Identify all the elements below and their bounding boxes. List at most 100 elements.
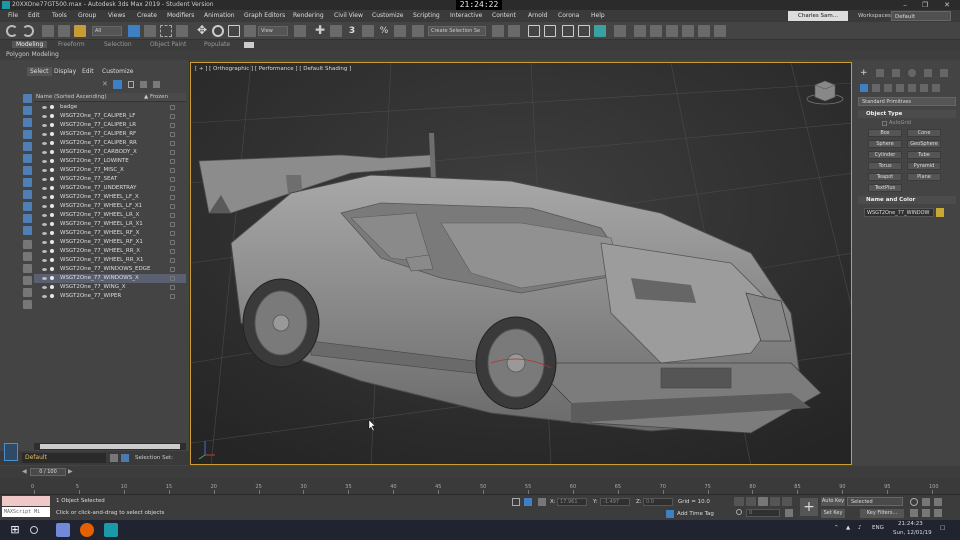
selection-set-icon[interactable] xyxy=(121,454,129,462)
list-item[interactable]: WSGT2One_77_WINDOWS_X xyxy=(34,274,186,283)
z-coordinate-field[interactable]: 0.0 xyxy=(643,498,673,506)
select-manipulate-icon[interactable]: ✚ xyxy=(314,24,326,37)
autogrid-checkbox[interactable] xyxy=(882,121,887,126)
user-account-dropdown[interactable]: Charles Sam... xyxy=(788,11,848,21)
notifications-icon[interactable]: □ xyxy=(940,525,945,531)
list-item[interactable]: WSGT2One_77_WHEEL_LF_X1 xyxy=(34,202,186,211)
undo-icon[interactable] xyxy=(6,25,18,37)
scrollbar-thumb[interactable] xyxy=(40,444,180,449)
x-coordinate-field[interactable]: 17.961 xyxy=(557,498,587,506)
play-button[interactable] xyxy=(758,497,768,506)
snaps-toggle-icon[interactable]: 3 xyxy=(346,25,358,37)
visibility-eye-icon[interactable] xyxy=(42,133,47,136)
network-icon[interactable]: ▲ xyxy=(846,525,850,531)
time-slider-right-arrow[interactable]: ▶ xyxy=(68,468,73,475)
name-and-color-rollout[interactable]: Name and Color xyxy=(858,196,956,204)
frozen-toggle-icon[interactable] xyxy=(170,159,175,164)
absolute-mode-icon[interactable] xyxy=(538,498,546,506)
hierarchy-icon[interactable] xyxy=(140,81,147,88)
invert-filters-icon[interactable] xyxy=(23,276,32,285)
rotate-icon[interactable] xyxy=(212,25,224,37)
frozen-toggle-icon[interactable] xyxy=(170,195,175,200)
visibility-eye-icon[interactable] xyxy=(42,106,47,109)
menu-arnold[interactable]: Arnold xyxy=(528,12,547,19)
ribbon-panel-label[interactable]: Polygon Modeling xyxy=(6,51,59,58)
track-bar[interactable]: 0 5 10 15 20 25 30 35 40 45 50 55 60 65 70 75 80 85 90 95 10… xyxy=(0,478,960,494)
list-item[interactable]: WSGT2One_77_CARBODY_X xyxy=(34,148,186,157)
frozen-toggle-icon[interactable] xyxy=(170,132,175,137)
add-time-tag[interactable]: Add Time Tag xyxy=(677,511,714,517)
explorer-tab-edit[interactable]: Edit xyxy=(82,68,94,75)
frozen-toggle-icon[interactable] xyxy=(170,222,175,227)
create-tab-icon[interactable]: + xyxy=(860,68,868,78)
current-frame-field[interactable]: 0 xyxy=(746,509,780,517)
frozen-toggle-icon[interactable] xyxy=(170,141,175,146)
modify-tab-icon[interactable] xyxy=(876,69,884,77)
spinner-snap-icon[interactable] xyxy=(394,25,406,37)
percent-snap-icon[interactable]: % xyxy=(378,25,390,37)
frozen-toggle-icon[interactable] xyxy=(170,231,175,236)
visibility-eye-icon[interactable] xyxy=(42,169,47,172)
menu-views[interactable]: Views xyxy=(108,12,125,19)
find-icon[interactable] xyxy=(23,288,32,297)
visibility-eye-icon[interactable] xyxy=(42,250,47,253)
torus-button[interactable]: Torus xyxy=(868,162,902,170)
visibility-eye-icon[interactable] xyxy=(42,115,47,118)
search-icon[interactable] xyxy=(30,526,38,534)
shapes-filter-icon[interactable] xyxy=(23,118,32,127)
bind-space-warp-icon[interactable] xyxy=(74,25,86,37)
auto-key-button[interactable]: Auto Key xyxy=(821,497,845,506)
lock-icon[interactable] xyxy=(128,81,134,88)
tray-chevron-icon[interactable]: ⌃ xyxy=(834,525,839,531)
list-item[interactable]: WSGT2One_77_WHEEL_LR_X1 xyxy=(34,220,186,229)
frozen-toggle-icon[interactable] xyxy=(170,114,175,119)
list-item[interactable]: WSGT2One_77_WHEEL_RR_X xyxy=(34,247,186,256)
layer-explorer-icon[interactable] xyxy=(110,454,118,462)
isolate-selection-icon[interactable] xyxy=(512,498,520,506)
geometry-category-icon[interactable] xyxy=(860,84,868,92)
menu-edit[interactable]: Edit xyxy=(28,12,40,19)
curve-editor-icon[interactable] xyxy=(578,25,590,37)
set-key-big-icon[interactable]: + xyxy=(800,498,818,516)
horizontal-scrollbar[interactable] xyxy=(34,443,186,450)
set-key-button[interactable]: Set Key xyxy=(821,509,845,518)
frozen-filter-icon[interactable] xyxy=(23,226,32,235)
list-item[interactable]: WSGT2One_77_CALIPER_RR xyxy=(34,139,186,148)
frozen-toggle-icon[interactable] xyxy=(170,177,175,182)
menu-interactive[interactable]: Interactive xyxy=(450,12,482,19)
list-item[interactable]: WSGT2One_77_WIPER xyxy=(34,292,186,301)
hierarchy-tab-icon[interactable] xyxy=(892,69,900,77)
move-icon[interactable]: ✥ xyxy=(196,24,208,37)
frozen-toggle-icon[interactable] xyxy=(170,258,175,263)
3dsmax-taskbar-icon[interactable] xyxy=(104,523,118,537)
sphere-button[interactable]: Sphere xyxy=(868,140,902,148)
volume-icon[interactable]: ♪ xyxy=(858,525,862,531)
motion-tab-icon[interactable] xyxy=(908,69,916,77)
arnold-render-icon[interactable] xyxy=(714,25,726,37)
render-production-icon[interactable] xyxy=(666,25,678,37)
menu-content[interactable]: Content xyxy=(492,12,516,19)
visibility-eye-icon[interactable] xyxy=(42,268,47,271)
object-color-swatch[interactable] xyxy=(936,208,944,217)
rectangular-selection-icon[interactable] xyxy=(160,25,172,37)
y-coordinate-field[interactable]: -1.497 xyxy=(600,498,630,506)
frozen-toggle-icon[interactable] xyxy=(170,240,175,245)
frozen-toggle-icon[interactable] xyxy=(170,123,175,128)
orbit-icon[interactable] xyxy=(922,509,930,517)
systems-category-icon[interactable] xyxy=(932,84,940,92)
toggle-scene-explorer-icon[interactable] xyxy=(528,25,540,37)
viewport-label[interactable]: [ + ] [ Orthographic ] [ Performance ] [… xyxy=(195,66,351,72)
select-object-icon[interactable] xyxy=(128,25,140,37)
menu-tools[interactable]: Tools xyxy=(52,12,67,19)
list-item[interactable]: WSGT2One_77_WINDOWS_EDGE xyxy=(34,265,186,274)
visibility-eye-icon[interactable] xyxy=(42,178,47,181)
cylinder-button[interactable]: Cylinder xyxy=(868,151,902,159)
visibility-eye-icon[interactable] xyxy=(42,187,47,190)
edit-named-selection-icon[interactable] xyxy=(412,25,424,37)
toggle-ribbon-icon[interactable] xyxy=(562,25,574,37)
add-time-tag-icon[interactable] xyxy=(666,510,674,518)
box-button[interactable]: Box xyxy=(868,129,902,137)
cameras-filter-icon[interactable] xyxy=(23,142,32,151)
maxscript-listener[interactable] xyxy=(2,496,50,506)
geosphere-button[interactable]: GeoSphere xyxy=(907,140,941,148)
